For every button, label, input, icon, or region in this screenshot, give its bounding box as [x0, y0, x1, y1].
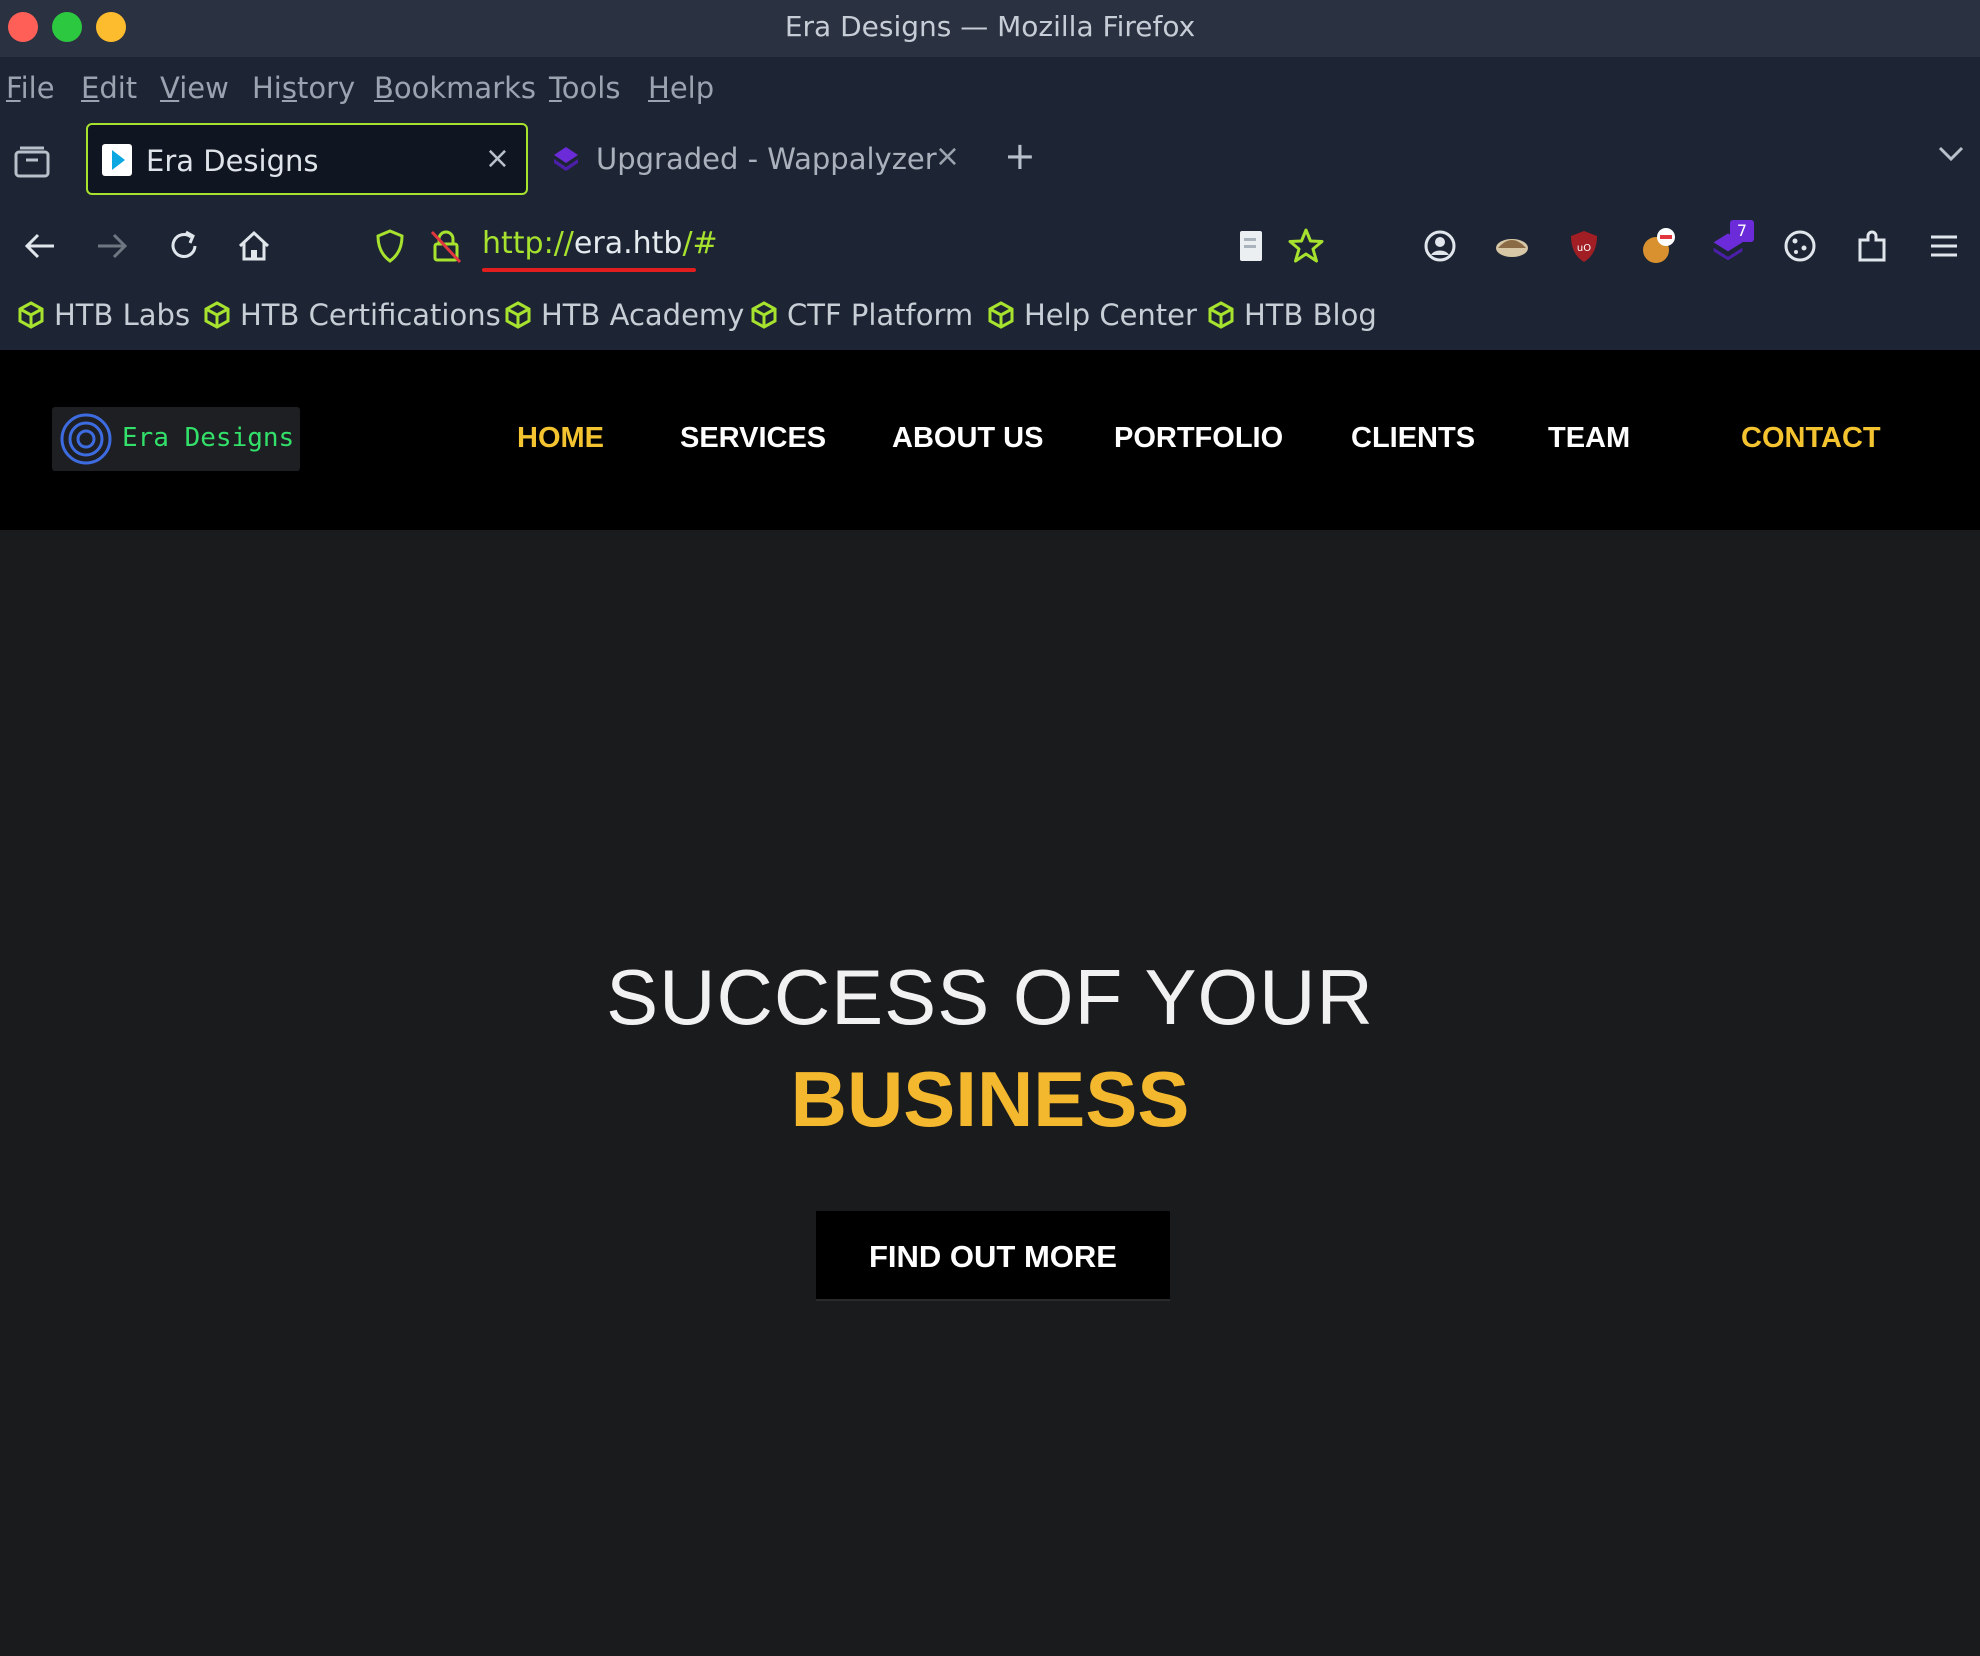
menu-bar: File Edit View History Bookmarks Tools H…: [0, 57, 1980, 120]
extensions-puzzle-icon[interactable]: [1852, 226, 1892, 266]
menu-tools[interactable]: Tools: [549, 71, 620, 105]
menu-history[interactable]: History: [252, 71, 355, 105]
tracking-protection-shield-icon[interactable]: [370, 226, 410, 266]
find-out-more-button[interactable]: FIND OUT MORE: [816, 1211, 1170, 1301]
tab-bar: Era Designs × Upgraded - Wappalyzer × +: [0, 120, 1980, 202]
bookmark-star-icon[interactable]: [1286, 226, 1326, 266]
wappalyzer-badge: 7: [1730, 220, 1754, 242]
bookmark-help-center[interactable]: Help Center: [986, 298, 1197, 332]
htb-cube-icon: [204, 301, 230, 329]
nav-team[interactable]: TEAM: [1548, 422, 1630, 455]
svg-text:uO: uO: [1577, 243, 1591, 254]
nav-about-us[interactable]: ABOUT US: [892, 422, 1043, 455]
era-favicon-icon: [102, 144, 132, 176]
nav-clients[interactable]: CLIENTS: [1351, 422, 1475, 455]
nav-services[interactable]: SERVICES: [680, 422, 826, 455]
bookmark-htb-labs[interactable]: HTB Labs: [16, 298, 190, 332]
site-header: Era Designs HOME SERVICES ABOUT US PORTF…: [0, 350, 1980, 530]
home-icon[interactable]: [234, 226, 274, 266]
url-bar[interactable]: http://era.htb/#: [482, 226, 718, 261]
menu-file[interactable]: File: [6, 71, 55, 105]
bookmarks-toolbar: HTB Labs HTB Certifications HTB Academy …: [0, 292, 1980, 350]
bookmark-htb-certifications[interactable]: HTB Certifications: [202, 298, 501, 332]
close-tab-icon[interactable]: ×: [485, 141, 510, 176]
bookmark-htb-academy[interactable]: HTB Academy: [503, 298, 744, 332]
nav-portfolio[interactable]: PORTFOLIO: [1114, 422, 1283, 455]
back-arrow-icon[interactable]: [20, 226, 60, 266]
tab-wappalyzer[interactable]: Upgraded - Wappalyzer ×: [540, 123, 980, 195]
insecure-lock-icon[interactable]: [426, 226, 466, 266]
tab-label: Era Designs: [146, 144, 319, 178]
account-icon[interactable]: [1420, 226, 1460, 266]
bookmark-ctf-platform[interactable]: CTF Platform: [749, 298, 973, 332]
concentric-circles-logo-icon: [60, 413, 112, 465]
nav-contact[interactable]: CONTACT: [1741, 422, 1881, 455]
wappalyzer-favicon-icon: [554, 147, 578, 171]
htb-cube-icon: [1208, 301, 1234, 329]
nav-home[interactable]: HOME: [517, 422, 604, 455]
close-tab-icon[interactable]: ×: [935, 139, 960, 174]
navigation-toolbar: http://era.htb/# uO 7: [0, 202, 1980, 292]
foxyproxy-extension-icon[interactable]: [1492, 226, 1532, 266]
htb-cube-icon: [988, 301, 1014, 329]
hero-heading-line2: BUSINESS: [790, 1055, 1190, 1143]
htb-cube-icon: [18, 301, 44, 329]
new-tab-button[interactable]: +: [1004, 134, 1036, 178]
cookie-icon[interactable]: [1780, 226, 1820, 266]
hamburger-menu-icon[interactable]: [1924, 226, 1964, 266]
tab-label: Upgraded - Wappalyzer: [596, 142, 937, 176]
page-content: Era Designs HOME SERVICES ABOUT US PORTF…: [0, 350, 1980, 1656]
menu-view[interactable]: View: [160, 71, 229, 105]
site-logo[interactable]: Era Designs: [52, 407, 300, 471]
htb-cube-icon: [505, 301, 531, 329]
cookie-editor-extension-icon[interactable]: [1638, 226, 1678, 266]
hero-heading-line1: SUCCESS OF YOUR: [606, 953, 1374, 1041]
menu-bookmarks[interactable]: Bookmarks: [374, 71, 536, 105]
firefox-view-icon[interactable]: [12, 142, 52, 182]
wappalyzer-extension-button[interactable]: 7: [1710, 220, 1756, 268]
bookmark-htb-blog[interactable]: HTB Blog: [1206, 298, 1377, 332]
forward-arrow-icon[interactable]: [92, 226, 132, 266]
logo-text: Era Designs: [122, 423, 295, 453]
reload-icon[interactable]: [164, 226, 204, 266]
window-title: Era Designs — Mozilla Firefox: [784, 10, 1196, 43]
menu-edit[interactable]: Edit: [81, 71, 137, 105]
tab-era-designs[interactable]: Era Designs ×: [86, 123, 528, 195]
ublock-origin-icon[interactable]: uO: [1564, 226, 1604, 266]
htb-cube-icon: [751, 301, 777, 329]
page-action-document-icon[interactable]: [1230, 226, 1270, 266]
window-titlebar: Era Designs — Mozilla Firefox: [0, 0, 1980, 57]
url-underline: [482, 268, 696, 272]
menu-help[interactable]: Help: [648, 71, 714, 105]
list-all-tabs-icon[interactable]: [1936, 138, 1966, 168]
